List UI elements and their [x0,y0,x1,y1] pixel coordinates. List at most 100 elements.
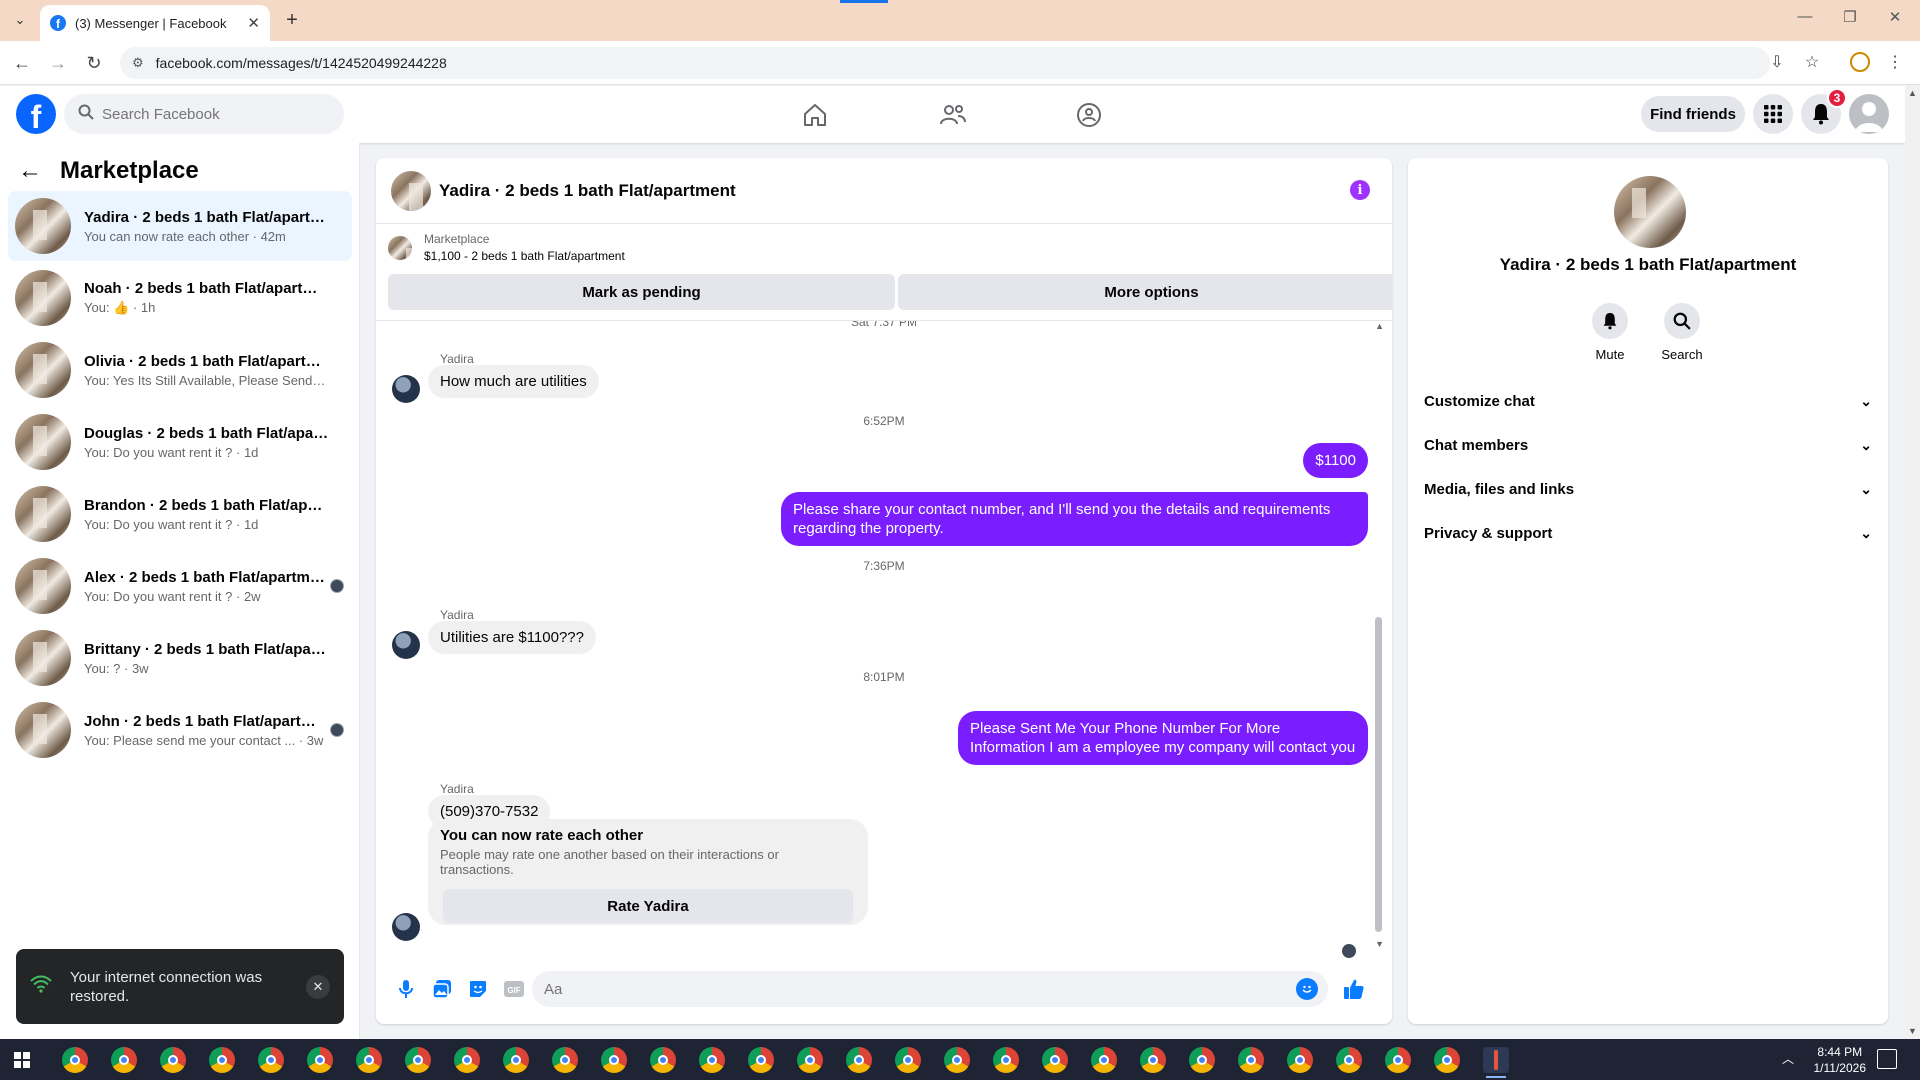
chrome-icon[interactable] [895,1047,921,1073]
outgoing-message[interactable]: $1100 [1303,443,1368,478]
back-arrow-icon[interactable]: ← [10,51,34,75]
search-button[interactable]: Search [1647,303,1717,362]
chrome-icon[interactable] [797,1047,823,1073]
install-app-icon[interactable]: ⇩ [1764,49,1790,75]
chrome-icon[interactable] [1385,1047,1411,1073]
conversation-item[interactable]: Alex · 2 beds 1 bath Flat/apartment You: … [8,551,352,621]
chrome-icon[interactable] [454,1047,480,1073]
tray-chevron-icon[interactable]: ︿ [1778,1049,1798,1069]
thumbs-up-icon[interactable] [1336,971,1372,1007]
message-list[interactable]: Sat 7:37 PM Yadira How much are utilitie… [376,320,1392,954]
incoming-message[interactable]: Utilities are $1100??? [428,621,596,654]
message-input[interactable] [544,980,1244,998]
info-icon[interactable]: i [1350,180,1370,200]
chrome-icon[interactable] [993,1047,1019,1073]
chrome-icon[interactable] [503,1047,529,1073]
chrome-icon[interactable] [552,1047,578,1073]
scroll-up-arrow-icon[interactable]: ▲ [1375,321,1384,331]
profile-icon[interactable] [1847,49,1873,75]
chat-members-section[interactable]: Chat members ⌄ [1424,425,1872,465]
browser-tab-messenger[interactable]: f (3) Messenger | Facebook ✕ [40,5,270,41]
listing-thumbnail[interactable] [1614,176,1686,248]
chrome-icon[interactable] [62,1047,88,1073]
paint-app-icon[interactable] [1483,1047,1509,1073]
message-scrollbar[interactable] [1375,617,1382,932]
conversation-item[interactable]: Yadira · 2 beds 1 bath Flat/apartment You… [8,191,352,261]
conversation-item[interactable]: Olivia · 2 beds 1 bath Flat/apartment You… [8,335,352,405]
outgoing-message[interactable]: Please Sent Me Your Phone Number For Mor… [958,711,1368,765]
groups-icon[interactable] [1072,100,1106,130]
menu-grid-icon[interactable] [1753,94,1793,134]
search-input[interactable] [102,105,302,123]
back-arrow-icon[interactable]: ← [18,157,42,185]
emoji-icon[interactable] [1296,978,1318,1000]
find-friends-button[interactable]: Find friends [1641,96,1745,132]
gif-icon[interactable]: GIF [496,971,532,1007]
conversation-item[interactable]: Noah · 2 beds 1 bath Flat/apartment You: … [8,263,352,333]
site-info-icon[interactable]: ⚙ [132,55,144,71]
chrome-icon[interactable] [307,1047,333,1073]
new-tab-button[interactable]: + [280,8,304,32]
scroll-down-arrow-icon[interactable]: ▼ [1375,939,1384,949]
customize-chat-section[interactable]: Customize chat ⌄ [1424,381,1872,421]
reload-icon[interactable]: ↻ [82,51,106,75]
toast-close-icon[interactable]: ✕ [306,974,330,999]
restore-button[interactable]: ❐ [1838,8,1862,26]
account-avatar[interactable] [1849,94,1889,134]
facebook-search[interactable] [64,94,344,134]
privacy-support-section[interactable]: Privacy & support ⌄ [1424,513,1872,553]
chrome-icon[interactable] [944,1047,970,1073]
tab-search-chevron-icon[interactable]: ⌄ [8,8,32,32]
listing-summary[interactable]: Marketplace $1,100 - 2 beds 1 bath Flat/… [388,232,625,263]
more-options-button[interactable]: More options [898,274,1392,310]
chrome-icon[interactable] [1091,1047,1117,1073]
conversation-item[interactable]: Brittany · 2 beds 1 bath Flat/apartment Y… [8,623,352,693]
scroll-up-arrow-icon[interactable]: ▲ [1908,88,1917,98]
facebook-logo-icon[interactable]: f [16,94,56,134]
mark-as-pending-button[interactable]: Mark as pending [388,274,895,310]
tab-close-icon[interactable]: ✕ [247,14,260,32]
friends-icon[interactable] [936,100,970,130]
forward-arrow-icon[interactable]: → [46,51,70,75]
chrome-icon[interactable] [1336,1047,1362,1073]
chrome-icon[interactable] [1189,1047,1215,1073]
windows-start-icon[interactable] [14,1052,30,1068]
chat-title[interactable]: Yadira · 2 beds 1 bath Flat/apartment [439,181,736,201]
sender-avatar[interactable] [392,631,420,659]
conversation-item[interactable]: Douglas · 2 beds 1 bath Flat/apartment Yo… [8,407,352,477]
scroll-down-arrow-icon[interactable]: ▼ [1908,1026,1917,1036]
chrome-icon[interactable] [1434,1047,1460,1073]
chrome-icon[interactable] [209,1047,235,1073]
bookmark-star-icon[interactable]: ☆ [1799,49,1825,75]
photo-icon[interactable] [424,971,460,1007]
conversation-item[interactable]: Brandon · 2 beds 1 bath Flat/apartment Yo… [8,479,352,549]
chrome-icon[interactable] [258,1047,284,1073]
chrome-icon[interactable] [1042,1047,1068,1073]
incoming-message[interactable]: How much are utilities [428,365,599,398]
mute-button[interactable]: Mute [1575,303,1645,362]
rate-yadira-button[interactable]: Rate Yadira [443,889,853,923]
address-bar[interactable]: ⚙ facebook.com/messages/t/14245204992442… [120,47,1770,79]
chrome-icon[interactable] [1287,1047,1313,1073]
chrome-icon[interactable] [1238,1047,1264,1073]
clock[interactable]: 8:44 PM 1/11/2026 [1814,1044,1867,1076]
listing-thumbnail[interactable] [391,170,431,211]
sender-avatar[interactable] [392,375,420,403]
sticker-icon[interactable] [460,971,496,1007]
chrome-icon[interactable] [846,1047,872,1073]
chrome-icon[interactable] [1140,1047,1166,1073]
chrome-icon[interactable] [356,1047,382,1073]
outgoing-message[interactable]: Please share your contact number, and I'… [781,492,1368,546]
chrome-icon[interactable] [699,1047,725,1073]
chrome-icon[interactable] [601,1047,627,1073]
chrome-icon[interactable] [160,1047,186,1073]
chrome-icon[interactable] [748,1047,774,1073]
chrome-icon[interactable] [405,1047,431,1073]
chrome-icon[interactable] [650,1047,676,1073]
media-files-links-section[interactable]: Media, files and links ⌄ [1424,469,1872,509]
microphone-icon[interactable] [388,971,424,1007]
close-window-button[interactable]: ✕ [1883,8,1907,26]
browser-menu-icon[interactable]: ⋮ [1882,49,1908,75]
home-icon[interactable] [798,100,832,130]
notification-center-icon[interactable] [1877,1049,1897,1069]
